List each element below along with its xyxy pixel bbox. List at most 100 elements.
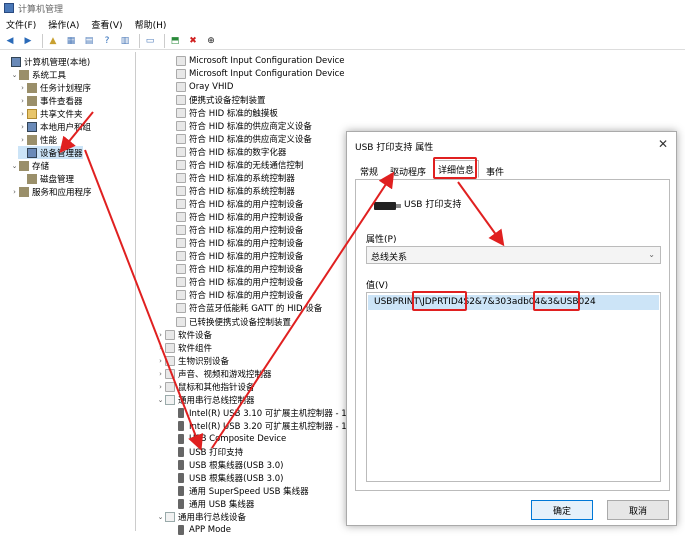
tree-item[interactable]: › 软件组件 — [156, 341, 212, 354]
tree-item[interactable]: 符合 HID 标准的系统控制器 — [167, 185, 295, 198]
tree-item-label: APP Mode — [189, 525, 231, 536]
tree-item[interactable]: › 鼠标和其他指针设备 — [156, 380, 255, 393]
tree-item[interactable]: 符合 HID 标准的用户控制设备 — [167, 211, 303, 224]
tree-item[interactable]: Intel(R) USB 3.10 可扩展主机控制器 - 1 — [167, 406, 347, 419]
tree-item[interactable]: › 服务和应用程序 — [10, 185, 92, 198]
monitor-icon[interactable]: ▭ — [143, 34, 157, 48]
tree-item-label: 生物识别设备 — [178, 356, 230, 367]
tree-item[interactable]: › 声音、视频和游戏控制器 — [156, 367, 272, 380]
expand-arrow-icon[interactable]: ⌄ — [156, 396, 165, 404]
tree-item[interactable]: 符合 HID 标准的用户控制设备 — [167, 250, 303, 263]
tree-item[interactable]: 符合 HID 标准的数字化器 — [167, 145, 286, 158]
tree-item[interactable]: 符合 HID 标准的触摸板 — [167, 106, 278, 119]
tree-item[interactable]: USB Composite Device — [167, 432, 286, 445]
tree-item[interactable]: › 软件设备 — [156, 328, 212, 341]
tree-item[interactable]: ⌄ 系统工具 — [10, 68, 66, 81]
expand-arrow-icon[interactable]: › — [156, 370, 165, 378]
tab-driver[interactable]: 驱动程序 — [385, 162, 431, 178]
expand-arrow-icon[interactable]: › — [18, 97, 27, 105]
tree-item[interactable]: › 事件查看器 — [18, 94, 83, 107]
tree-item[interactable]: 已转换便携式设备控制装置 — [167, 315, 291, 328]
tree-item[interactable]: USB 打印支持 — [167, 446, 243, 459]
tree-item[interactable]: 符合 HID 标准的用户控制设备 — [167, 224, 303, 237]
show-hide-tree-icon[interactable]: ▦ — [64, 34, 78, 48]
value-list[interactable]: USBPRINT\JDPRTID4S2&7&303adb04&3&USB024 — [366, 292, 661, 482]
tree-item[interactable]: 通用 USB 集线器 — [167, 498, 254, 511]
tree-item[interactable]: 符合蓝牙低能耗 GATT 的 HID 设备 — [167, 302, 322, 315]
back-icon[interactable]: ◀ — [3, 34, 17, 48]
expand-arrow-icon[interactable]: › — [156, 383, 165, 391]
tree-item[interactable]: ⌄ 通用串行总线设备 — [156, 511, 246, 524]
expand-arrow-icon[interactable]: ⌄ — [10, 71, 19, 79]
tree-item[interactable]: 便携式设备控制装置 — [167, 93, 266, 106]
view-icon[interactable]: ▥ — [118, 34, 132, 48]
tree-item-label: 符合蓝牙低能耗 GATT 的 HID 设备 — [189, 304, 323, 315]
expand-arrow-icon[interactable]: › — [10, 188, 19, 196]
tree-item[interactable]: 符合 HID 标准的供应商定义设备 — [167, 119, 312, 132]
hid-device-icon — [176, 120, 186, 131]
tree-item[interactable]: APP Mode — [167, 524, 231, 537]
menu-file[interactable]: 文件(F) — [6, 18, 36, 31]
expand-arrow-icon[interactable]: › — [18, 84, 27, 92]
scan-download-icon[interactable]: ⊕ — [204, 34, 218, 48]
tree-item[interactable]: USB 根集线器(USB 3.0) — [167, 472, 283, 485]
tree-item[interactable]: › 生物识别设备 — [156, 354, 229, 367]
hid-device-icon — [176, 212, 186, 223]
tree-item[interactable]: 符合 HID 标准的系统控制器 — [167, 171, 295, 184]
expand-arrow-icon[interactable]: ⌄ — [156, 513, 165, 521]
tree-item[interactable]: Intel(R) USB 3.20 可扩展主机控制器 - 1 — [167, 419, 347, 432]
tree-item[interactable]: › 性能 — [18, 133, 57, 146]
expand-arrow-icon[interactable]: › — [18, 136, 27, 144]
expand-arrow-icon[interactable]: › — [156, 344, 165, 352]
tree-item[interactable]: 计算机管理(本地) — [2, 55, 90, 68]
expand-arrow-icon[interactable]: › — [18, 123, 27, 131]
forward-icon[interactable]: ▶ — [21, 34, 35, 48]
tree-item[interactable]: 符合 HID 标准的用户控制设备 — [167, 289, 303, 302]
tree-item[interactable]: Microsoft Input Configuration Device — [167, 54, 345, 67]
tree-item[interactable]: 通用 SuperSpeed USB 集线器 — [167, 485, 309, 498]
tree-item[interactable]: 磁盘管理 — [18, 172, 74, 185]
properties-icon[interactable]: ▤ — [82, 34, 96, 48]
cancel-button[interactable]: 取消 — [607, 500, 669, 520]
tree-item[interactable]: Microsoft Input Configuration Device — [167, 67, 345, 80]
tree-item[interactable]: › 本地用户和组 — [18, 120, 91, 133]
tree-item[interactable]: Oray VHID — [167, 80, 233, 93]
tree-item-label: 符合 HID 标准的用户控制设备 — [189, 226, 304, 237]
tab-events[interactable]: 事件 — [481, 162, 509, 178]
tree-item[interactable]: 符合 HID 标准的用户控制设备 — [167, 198, 303, 211]
tree-item[interactable]: 符合 HID 标准的用户控制设备 — [167, 263, 303, 276]
up-folder-icon[interactable]: ▲ — [46, 34, 60, 48]
tree-item-label: Intel(R) USB 3.10 可扩展主机控制器 - 1 — [189, 408, 347, 419]
tree-item[interactable]: USB 根集线器(USB 3.0) — [167, 459, 283, 472]
hid-device-icon — [176, 238, 186, 249]
tree-item[interactable]: 设备管理器 — [18, 146, 83, 159]
menu-view[interactable]: 查看(V) — [91, 18, 122, 31]
hid-device-icon — [176, 251, 186, 262]
property-select[interactable]: 总线关系 ⌄ — [366, 246, 661, 264]
toolbar-divider — [139, 33, 140, 48]
tree-item[interactable]: 符合 HID 标准的无线通信控制 — [167, 158, 303, 171]
tree-item[interactable]: 符合 HID 标准的供应商定义设备 — [167, 132, 312, 145]
close-icon[interactable]: ✕ — [658, 137, 668, 151]
tree-item[interactable]: 符合 HID 标准的用户控制设备 — [167, 276, 303, 289]
expand-arrow-icon[interactable]: ⌄ — [10, 162, 19, 170]
tree-item[interactable]: ⌄ 通用串行总线控制器 — [156, 393, 255, 406]
menu-help[interactable]: 帮助(H) — [135, 18, 167, 31]
ok-button[interactable]: 确定 — [531, 500, 593, 520]
menu-action[interactable]: 操作(A) — [48, 18, 79, 31]
expand-arrow-icon[interactable]: › — [18, 110, 27, 118]
expand-arrow-icon[interactable]: › — [156, 331, 165, 339]
tab-general[interactable]: 常规 — [355, 162, 383, 178]
tree-item[interactable]: › 共享文件夹 — [18, 107, 83, 120]
tree-item[interactable]: 符合 HID 标准的用户控制设备 — [167, 237, 303, 250]
tree-item-label: 任务计划程序 — [40, 83, 92, 94]
update-driver-icon[interactable]: ⬒ — [168, 34, 182, 48]
uninstall-icon[interactable]: ✖ — [186, 34, 200, 48]
tree-item[interactable]: ⌄ 存储 — [10, 159, 49, 172]
tree-item[interactable]: › 任务计划程序 — [18, 81, 91, 94]
help-icon[interactable]: ? — [100, 34, 114, 48]
expand-arrow-icon[interactable]: › — [156, 357, 165, 365]
properties-dialog: USB 打印支持 属性 ✕ 常规 驱动程序 详细信息 事件 USB 打印支持 属… — [346, 131, 677, 526]
tree-item-label: 符合 HID 标准的系统控制器 — [189, 173, 295, 184]
plug-device-icon — [178, 473, 184, 484]
